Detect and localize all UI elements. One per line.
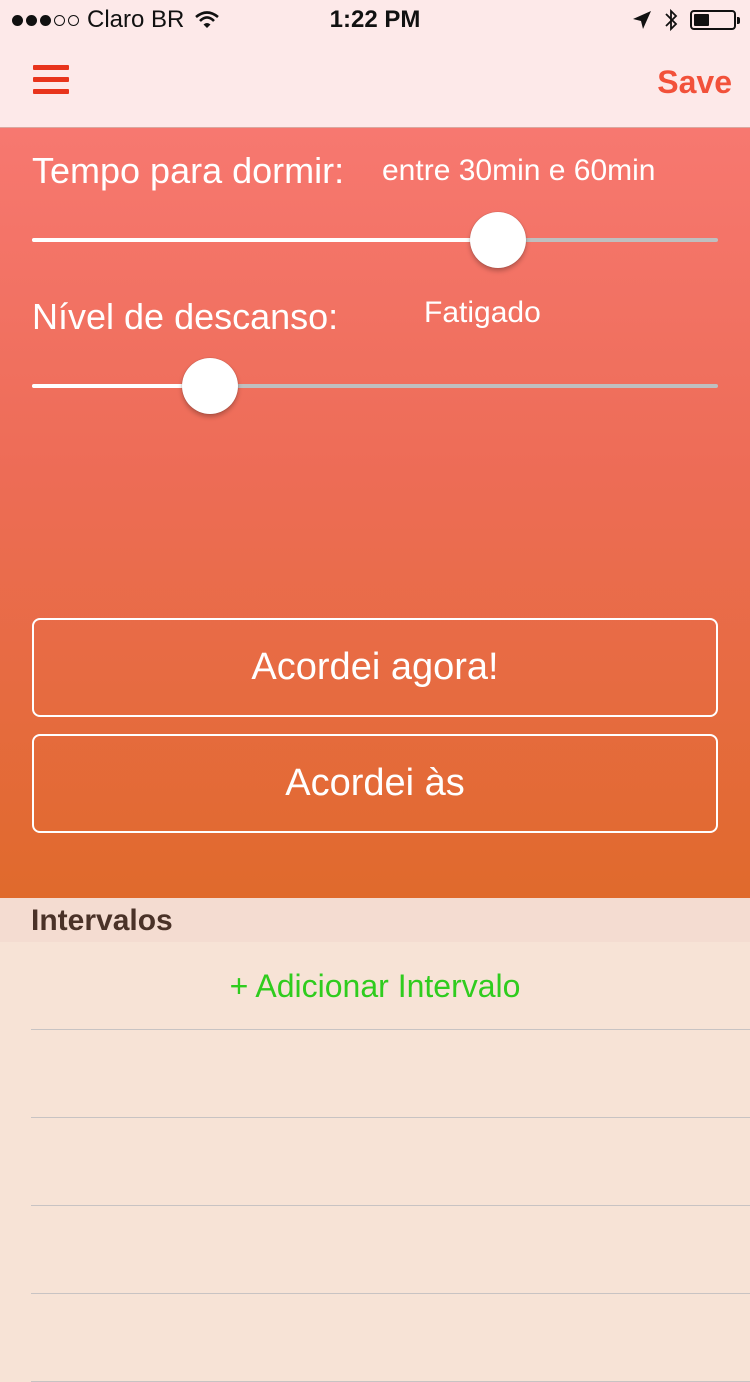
intervals-list: + Adicionar Intervalo	[0, 942, 750, 1382]
status-bar: Claro BR 1:22 PM	[0, 0, 750, 40]
rest-level-slider[interactable]	[32, 356, 718, 416]
sleep-time-value: entre 30min e 60min	[382, 154, 656, 187]
location-arrow-icon	[633, 11, 651, 29]
slider-thumb[interactable]	[470, 212, 527, 268]
list-item	[31, 1206, 750, 1294]
rest-level-value: Fatigado	[424, 296, 541, 329]
intervals-section-header: Intervalos	[0, 898, 750, 942]
add-interval-button[interactable]: + Adicionar Intervalo	[230, 968, 521, 1005]
navigation-bar: Save	[0, 40, 750, 128]
woke-up-at-button[interactable]: Acordei às	[32, 734, 718, 833]
slider-fill	[32, 238, 499, 242]
sleep-time-slider[interactable]	[32, 210, 718, 270]
list-item	[31, 1030, 750, 1118]
slider-thumb[interactable]	[182, 358, 239, 414]
add-interval-cell[interactable]: + Adicionar Intervalo	[0, 942, 750, 1030]
bluetooth-icon	[665, 8, 678, 32]
intervals-title: Intervalos	[31, 904, 173, 937]
list-item	[31, 1294, 750, 1382]
woke-up-now-button[interactable]: Acordei agora!	[32, 618, 718, 717]
list-item	[31, 1118, 750, 1206]
sleep-settings-panel: Tempo para dormir: entre 30min e 60min N…	[0, 128, 750, 898]
hamburger-menu-icon[interactable]	[33, 65, 69, 99]
battery-icon	[690, 10, 740, 30]
battery-fill	[694, 14, 709, 26]
status-icons	[632, 8, 740, 32]
save-button[interactable]: Save	[657, 64, 732, 101]
rest-level-label: Nível de descanso:	[32, 296, 339, 337]
sleep-time-label: Tempo para dormir:	[32, 150, 345, 191]
